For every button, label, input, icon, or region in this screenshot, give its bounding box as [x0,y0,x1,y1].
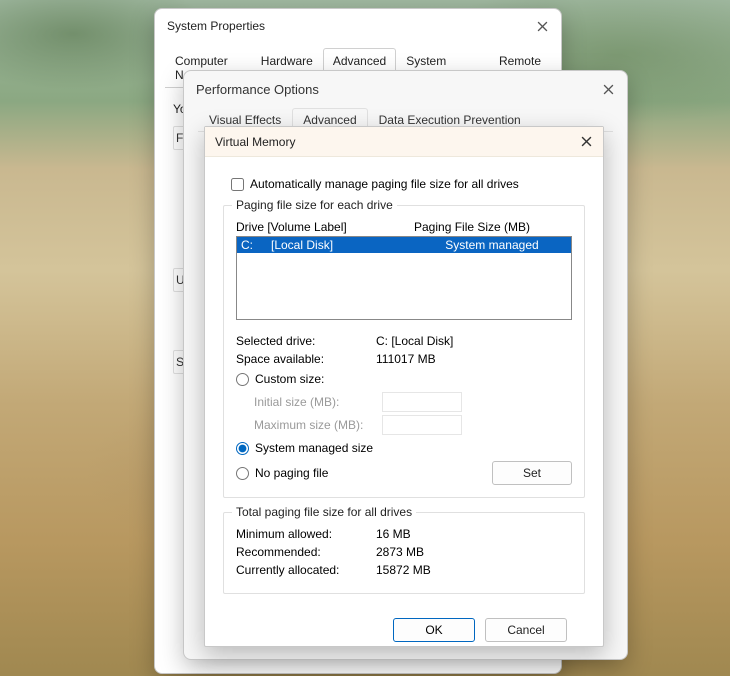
set-button[interactable]: Set [492,461,572,485]
total-paging-file-group: Total paging file size for all drives Mi… [223,512,585,594]
drive-header-col1: Drive [Volume Label] [236,220,414,234]
drive-letter: C: [241,238,271,252]
group-legend: Total paging file size for all drives [232,505,416,519]
initial-size-input [382,392,462,412]
recommended-value: 2873 MB [376,545,424,559]
virtual-memory-title: Virtual Memory [215,135,295,149]
system-properties-title: System Properties [167,19,265,33]
recommended-label: Recommended: [236,545,376,559]
radio-custom-label: Custom size: [255,372,324,386]
min-allowed-label: Minimum allowed: [236,527,376,541]
performance-options-titlebar: Performance Options [184,71,627,107]
radio-system-managed[interactable] [236,442,249,455]
auto-manage-checkbox[interactable] [231,178,244,191]
maximum-size-input [382,415,462,435]
group-legend: Paging file size for each drive [232,198,397,212]
selected-drive-value: C: [Local Disk] [376,334,453,348]
performance-options-title: Performance Options [196,82,319,97]
system-properties-titlebar: System Properties [155,9,561,43]
cancel-button[interactable]: Cancel [485,618,567,642]
drive-list-header: Drive [Volume Label] Paging File Size (M… [236,220,572,234]
close-icon[interactable] [579,135,593,149]
drive-volume-label: [Local Disk] [271,238,417,252]
radio-custom-size[interactable] [236,373,249,386]
ok-button[interactable]: OK [393,618,475,642]
auto-manage-label: Automatically manage paging file size fo… [250,177,519,191]
currently-allocated-value: 15872 MB [376,563,431,577]
selected-drive-label: Selected drive: [236,334,376,348]
radio-no-paging-row[interactable]: No paging file [236,466,328,480]
min-allowed-value: 16 MB [376,527,411,541]
radio-system-managed-row[interactable]: System managed size [236,441,572,455]
radio-none-label: No paging file [255,466,328,480]
currently-allocated-label: Currently allocated: [236,563,376,577]
close-icon[interactable] [601,82,615,96]
space-available-label: Space available: [236,352,376,366]
close-icon[interactable] [535,19,549,33]
radio-custom-size-row[interactable]: Custom size: [236,372,572,386]
virtual-memory-dialog: Virtual Memory Automatically manage pagi… [204,126,604,647]
drive-paging-size: System managed [417,238,567,252]
drive-row[interactable]: C: [Local Disk] System managed [237,237,571,253]
drive-header-col2: Paging File Size (MB) [414,220,530,234]
space-available-value: 111017 MB [376,352,436,366]
drive-list[interactable]: C: [Local Disk] System managed [236,236,572,320]
radio-no-paging[interactable] [236,467,249,480]
initial-size-label: Initial size (MB): [254,395,374,409]
virtual-memory-titlebar: Virtual Memory [205,127,603,157]
paging-file-per-drive-group: Paging file size for each drive Drive [V… [223,205,585,498]
radio-system-label: System managed size [255,441,373,455]
maximum-size-label: Maximum size (MB): [254,418,374,432]
auto-manage-checkbox-row[interactable]: Automatically manage paging file size fo… [231,177,585,191]
